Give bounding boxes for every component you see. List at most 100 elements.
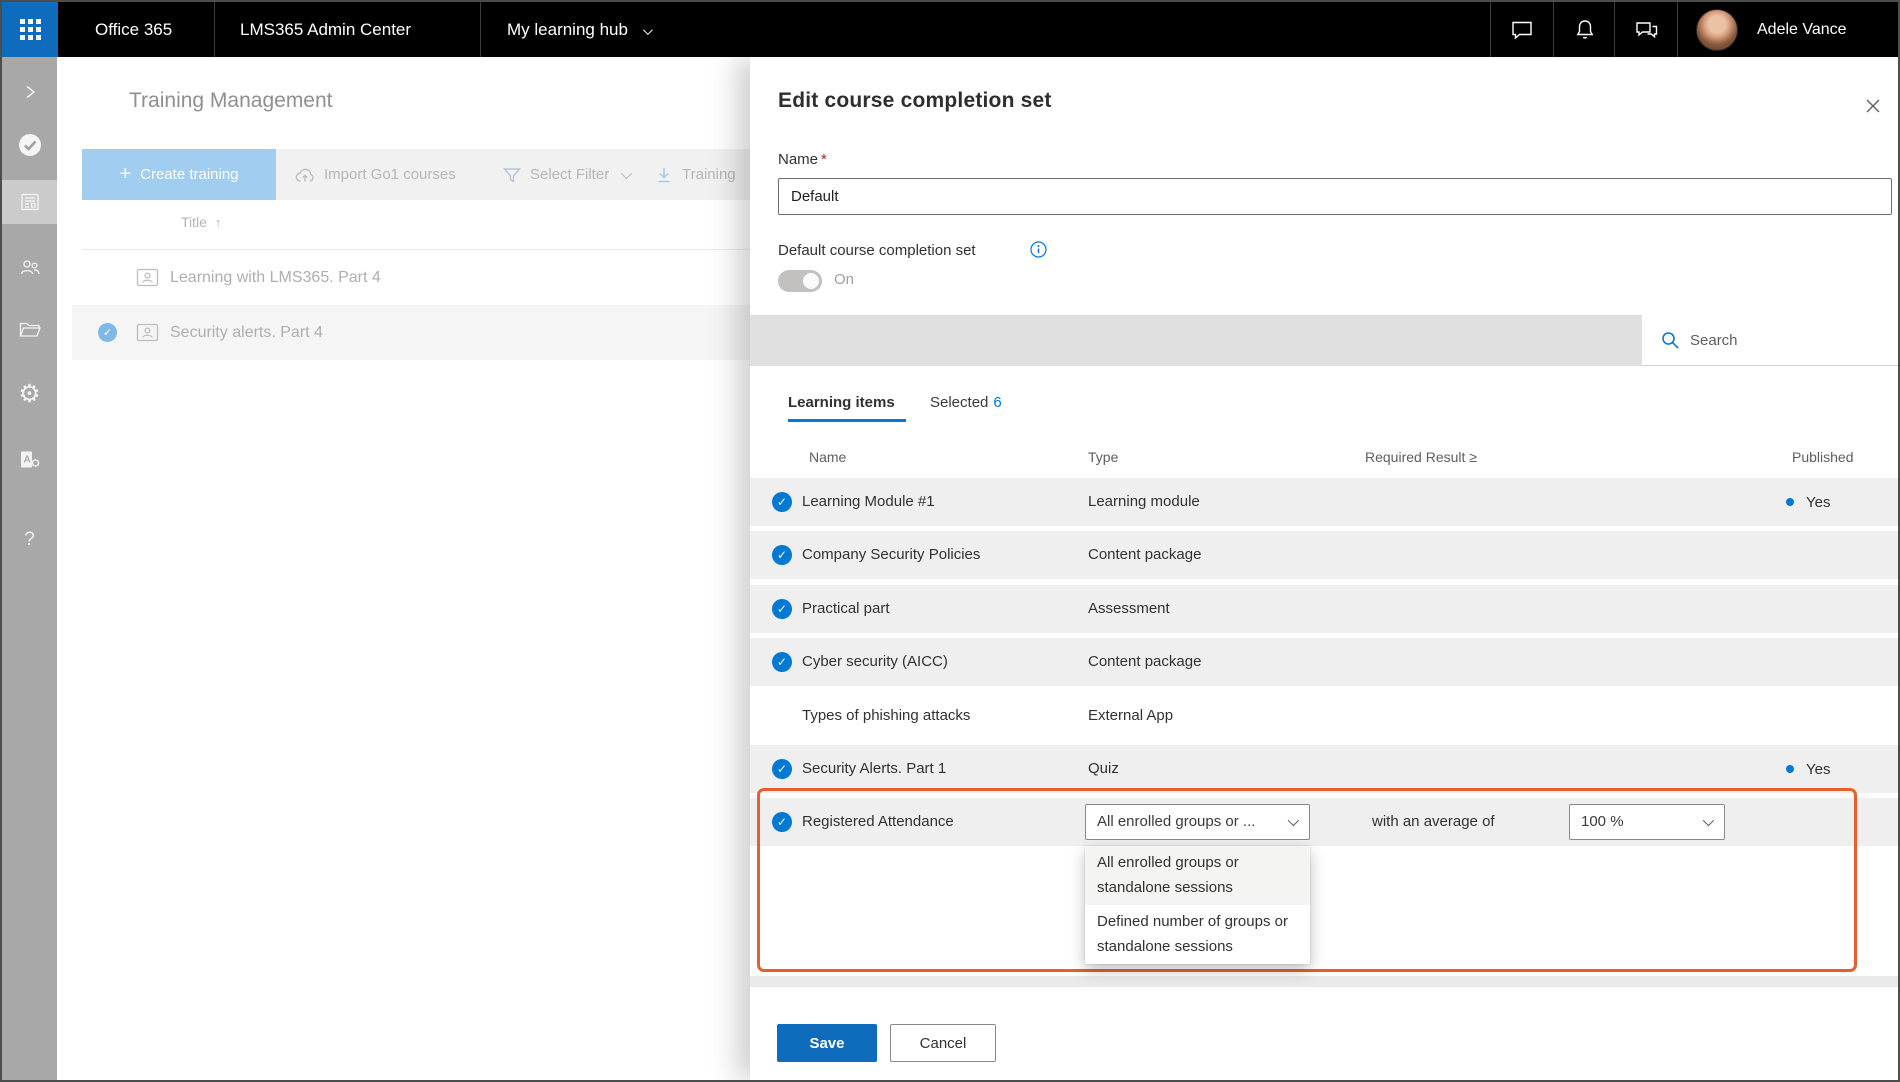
sessions-type-select[interactable]: All enrolled groups or ... xyxy=(1085,804,1310,840)
user-name[interactable]: Adele Vance xyxy=(1757,2,1847,57)
item-type: Assessment xyxy=(1088,585,1170,633)
item-type: Content package xyxy=(1088,638,1201,686)
sidebar-item-training-management[interactable] xyxy=(2,180,57,224)
average-percent-select[interactable]: 100 % xyxy=(1569,804,1725,840)
selected-check-icon[interactable] xyxy=(772,545,792,565)
create-training-button: Create training xyxy=(82,149,276,200)
selected-check-icon[interactable] xyxy=(772,812,792,832)
filter-funnel-icon xyxy=(502,165,522,185)
chat-button[interactable] xyxy=(1494,2,1549,57)
published-value: Yes xyxy=(1806,494,1830,511)
person-card-icon xyxy=(136,323,159,347)
user-avatar[interactable] xyxy=(1696,9,1738,51)
tab-learning-items[interactable]: Learning items xyxy=(788,394,895,411)
required-asterisk: * xyxy=(821,151,827,168)
learning-item-row[interactable]: Security Alerts. Part 1 Quiz Yes xyxy=(750,745,1898,793)
title-header-label: Title xyxy=(181,214,207,230)
selected-check-icon[interactable] xyxy=(772,759,792,779)
training-title: Learning with LMS365. Part 4 xyxy=(170,250,381,305)
import-go1-button: Import Go1 courses xyxy=(294,149,456,200)
selected-check-icon[interactable] xyxy=(772,492,792,512)
topbar-divider xyxy=(1553,2,1554,57)
item-name: Learning Module #1 xyxy=(802,478,935,526)
search-icon xyxy=(1660,330,1680,350)
column-header-name: Name xyxy=(809,449,846,465)
sessions-type-select-value: All enrolled groups or ... xyxy=(1097,813,1255,830)
save-button[interactable]: Save xyxy=(777,1024,877,1062)
item-name: Practical part xyxy=(802,585,890,633)
average-label: with an average of xyxy=(1372,798,1495,846)
page-title: Training Management xyxy=(129,89,333,113)
selected-check-icon[interactable] xyxy=(772,652,792,672)
topbar-divider xyxy=(1677,2,1678,57)
feedback-icon xyxy=(1633,17,1660,43)
item-name: Security Alerts. Part 1 xyxy=(802,745,946,793)
published-dot-icon xyxy=(1786,765,1794,773)
import-go1-label: Import Go1 courses xyxy=(324,166,456,183)
bell-icon xyxy=(1573,17,1597,43)
sidebar-item-settings[interactable] xyxy=(2,372,57,416)
item-type: Content package xyxy=(1088,531,1201,579)
toggle-knob xyxy=(803,273,819,289)
tab-selected-label: Selected xyxy=(930,394,988,411)
selected-check-icon[interactable] xyxy=(772,599,792,619)
training-row: Learning with LMS365. Part 4 xyxy=(72,250,750,305)
app-window: Office 365 LMS365 Admin Center My learni… xyxy=(0,0,1900,1082)
sidebar-item-users[interactable] xyxy=(2,245,57,289)
column-header-published: Published xyxy=(1792,449,1854,465)
title-column-header: Title xyxy=(181,214,221,230)
item-name: Registered Attendance xyxy=(802,798,954,846)
sidebar-item-home[interactable] xyxy=(2,123,57,167)
dropdown-option-defined-number[interactable]: Defined number of groups or standalone s… xyxy=(1085,905,1310,964)
column-header-type: Type xyxy=(1088,449,1118,465)
people-icon xyxy=(18,256,42,278)
cancel-button[interactable]: Cancel xyxy=(890,1024,996,1062)
sidebar-item-content[interactable] xyxy=(2,307,57,351)
default-set-label: Default course completion set xyxy=(778,242,976,259)
learning-item-row[interactable]: Company Security Policies Content packag… xyxy=(750,531,1898,579)
sidebar-item-help[interactable] xyxy=(2,517,57,561)
lms365-logo-check-icon xyxy=(17,132,43,158)
hub-menu-button[interactable]: My learning hub xyxy=(507,2,650,57)
help-question-icon xyxy=(24,530,35,549)
name-input[interactable] xyxy=(778,178,1892,215)
search-input[interactable] xyxy=(1690,332,1870,349)
learning-item-row[interactable]: Cyber security (AICC) Content package xyxy=(750,638,1898,686)
chevron-down-icon xyxy=(621,167,632,178)
panel-title: Edit course completion set xyxy=(778,89,1052,113)
chevron-down-icon xyxy=(1288,815,1299,826)
published-indicator: Yes xyxy=(1786,745,1830,793)
person-card-icon xyxy=(136,268,159,292)
learning-item-row[interactable]: Practical part Assessment xyxy=(750,585,1898,633)
learning-item-row-registered-attendance[interactable]: Registered Attendance All enrolled group… xyxy=(750,798,1898,846)
dropdown-option-all-enrolled[interactable]: All enrolled groups or standalone sessio… xyxy=(1085,846,1310,905)
training-title: Security alerts. Part 4 xyxy=(170,305,323,360)
waffle-icon xyxy=(20,19,41,40)
average-percent-value: 100 % xyxy=(1581,813,1624,830)
item-type: External App xyxy=(1088,692,1173,740)
close-icon xyxy=(1864,97,1882,115)
office-top-bar: Office 365 LMS365 Admin Center My learni… xyxy=(2,2,1898,57)
info-icon[interactable] xyxy=(1030,241,1047,263)
training-toolbar: Create training Import Go1 courses Selec… xyxy=(82,149,750,200)
sidebar-expand-button[interactable] xyxy=(2,70,57,114)
edit-completion-set-panel: Edit course completion set Name * Default… xyxy=(750,57,1898,1080)
column-header-required-result: Required Result ≥ xyxy=(1365,449,1477,465)
close-button[interactable] xyxy=(1860,93,1886,119)
learning-item-row[interactable]: Types of phishing attacks External App xyxy=(750,692,1898,740)
select-filter-label: Select Filter xyxy=(530,166,609,183)
search-box[interactable] xyxy=(1642,315,1898,366)
active-tab-underline xyxy=(788,419,906,422)
item-name: Cyber security (AICC) xyxy=(802,638,948,686)
selected-count-badge: 6 xyxy=(993,394,1001,411)
topbar-divider xyxy=(1490,2,1491,57)
notifications-button[interactable] xyxy=(1557,2,1612,57)
office-365-home-link[interactable]: Office 365 xyxy=(95,2,172,57)
training-export-label: Training xyxy=(682,166,736,183)
sidebar-item-language-settings[interactable]: A xyxy=(2,438,57,482)
feedback-button[interactable] xyxy=(1619,2,1674,57)
learning-item-row[interactable]: Learning Module #1 Learning module Yes xyxy=(750,478,1898,526)
default-set-toggle[interactable] xyxy=(778,270,822,292)
tab-selected[interactable]: Selected 6 xyxy=(930,394,1002,411)
app-launcher-button[interactable] xyxy=(2,2,58,57)
